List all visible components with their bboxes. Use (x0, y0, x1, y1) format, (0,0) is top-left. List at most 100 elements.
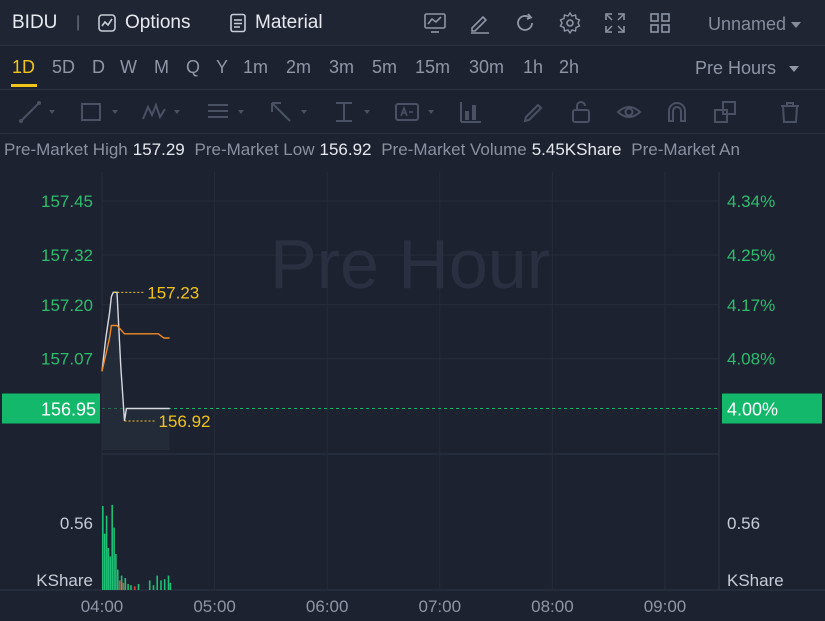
volume-bar (120, 575, 123, 590)
volume-bar (107, 548, 110, 590)
chart-watermark: Pre Hour (270, 225, 550, 303)
volume-bar (127, 584, 129, 590)
grid-layout-icon[interactable] (648, 11, 672, 35)
time-tick-label: 04:00 (81, 597, 124, 616)
volume-bar (122, 582, 125, 590)
active-timeframe-indicator (11, 84, 37, 87)
timeframe-5m[interactable]: 5m (372, 57, 397, 78)
bars-tool-icon[interactable] (457, 99, 483, 125)
session-label: Pre Hours (695, 58, 777, 78)
text-tool-caret[interactable] (428, 110, 434, 114)
timeframe-q[interactable]: Q (186, 57, 200, 78)
draw-edit-icon[interactable] (468, 11, 492, 35)
material-label: Material (255, 12, 323, 33)
timeframe-d[interactable]: D (92, 57, 105, 78)
percent-tick-label: 4.17% (727, 296, 775, 315)
caret-down-icon (791, 22, 802, 29)
settings-icon[interactable] (558, 11, 582, 35)
timeframe-2m[interactable]: 2m (286, 57, 311, 78)
high-marker-label: 157.23 (147, 283, 199, 302)
chart-indicator-icon[interactable] (423, 11, 447, 35)
rectangle-tool-caret[interactable] (112, 110, 118, 114)
timeframe-1m[interactable]: 1m (243, 57, 268, 78)
time-tick-label: 05:00 (193, 597, 236, 616)
volume-bar (169, 582, 172, 590)
trash-icon[interactable] (777, 99, 803, 125)
rectangle-tool-icon[interactable] (78, 99, 104, 125)
price-tick-label: 157.32 (41, 246, 93, 265)
magnet-icon[interactable] (664, 99, 690, 125)
layers-icon[interactable] (712, 99, 738, 125)
session-selector[interactable]: Pre Hours (695, 58, 800, 79)
current-percent-value: 4.00% (727, 400, 778, 420)
percent-axis-right: 4.34% 4.25% 4.17% 4.08% (727, 192, 775, 369)
price-tick-label: 157.20 (41, 296, 93, 315)
volume-bar (130, 585, 132, 590)
timeframe-3m[interactable]: 3m (329, 57, 354, 78)
time-tick-label: 07:00 (419, 597, 462, 616)
timeframe-1h[interactable]: 1h (523, 57, 543, 78)
premarket-low-value: 156.92 (319, 140, 372, 159)
time-tick-label: 06:00 (306, 597, 349, 616)
volume-bar (105, 515, 108, 590)
time-axis: 04:00 05:00 06:00 07:00 08:00 09:00 (81, 597, 687, 616)
options-button[interactable]: Options (97, 12, 190, 34)
volume-bar (167, 575, 170, 590)
lock-icon[interactable] (568, 99, 594, 125)
percent-tick-label: 4.08% (727, 350, 775, 369)
fullscreen-icon[interactable] (603, 11, 627, 35)
premarket-high-label: Pre-Market High (4, 140, 128, 159)
premarket-amount-label: Pre-Market An (631, 140, 740, 159)
price-chart[interactable]: Pre Hour 157.45157.32157.20157.07 4.34%4… (0, 172, 825, 621)
volume-bar (124, 578, 127, 590)
current-price-value: 156.95 (41, 400, 96, 420)
fib-tool-icon[interactable] (205, 99, 231, 125)
top-toolbar: BIDU | Options Material Unnamed (0, 0, 825, 46)
material-button[interactable]: Material (229, 12, 323, 34)
measure-tool-icon[interactable] (331, 99, 357, 125)
volume-bar (117, 569, 119, 590)
premarket-volume-label: Pre-Market Volume (381, 140, 527, 159)
volume-unit-label-right: KShare (727, 571, 784, 590)
volume-bar (113, 527, 115, 590)
pattern-tool-icon[interactable] (141, 99, 167, 125)
premarket-info-bar: Pre-Market High 157.29 Pre-Market Low 156.… (0, 140, 825, 168)
percent-tick-label: 4.25% (727, 246, 775, 265)
drawing-toolbar (0, 90, 825, 134)
low-marker-label: 156.92 (159, 412, 211, 431)
timeframe-m[interactable]: M (154, 57, 169, 78)
arrow-tool-caret[interactable] (301, 110, 307, 114)
line-tool-caret[interactable] (49, 110, 55, 114)
timeframe-bar: 1D 5D D W M Q Y 1m 2m 3m 5m 15m 30m 1h 2… (0, 46, 825, 90)
volume-bar (163, 579, 166, 590)
volume-bars: 0.56 0.56 KShare KShare (36, 504, 784, 590)
timeframe-30m[interactable]: 30m (469, 57, 504, 78)
volume-bar (103, 533, 106, 590)
layout-selector[interactable]: Unnamed (708, 14, 802, 35)
measure-tool-caret[interactable] (364, 110, 370, 114)
arrow-tool-icon[interactable] (268, 99, 294, 125)
symbol-label[interactable]: BIDU (12, 12, 57, 34)
fib-tool-caret[interactable] (238, 110, 244, 114)
line-tool-icon[interactable] (17, 99, 43, 125)
time-tick-label: 09:00 (644, 597, 687, 616)
layout-name-label: Unnamed (708, 14, 787, 34)
volume-bar (111, 504, 113, 590)
separator: | (76, 14, 81, 31)
timeframe-2h[interactable]: 2h (559, 57, 579, 78)
price-axis-left: 157.45 157.32 157.20 157.07 (41, 192, 93, 369)
premarket-high-value: 157.29 (132, 140, 185, 159)
timeframe-5d[interactable]: 5D (52, 57, 75, 78)
eye-icon[interactable] (616, 99, 642, 125)
options-label: Options (125, 12, 191, 33)
timeframe-1d[interactable]: 1D (12, 57, 35, 78)
refresh-icon[interactable] (513, 11, 537, 35)
timeframe-y[interactable]: Y (216, 57, 228, 78)
timeframe-w[interactable]: W (120, 57, 137, 78)
volume-bar (118, 580, 121, 590)
brush-icon[interactable] (520, 99, 546, 125)
text-tool-icon[interactable] (394, 99, 420, 125)
pattern-tool-caret[interactable] (174, 110, 180, 114)
price-tick-label: 157.07 (41, 350, 93, 369)
timeframe-15m[interactable]: 15m (415, 57, 450, 78)
